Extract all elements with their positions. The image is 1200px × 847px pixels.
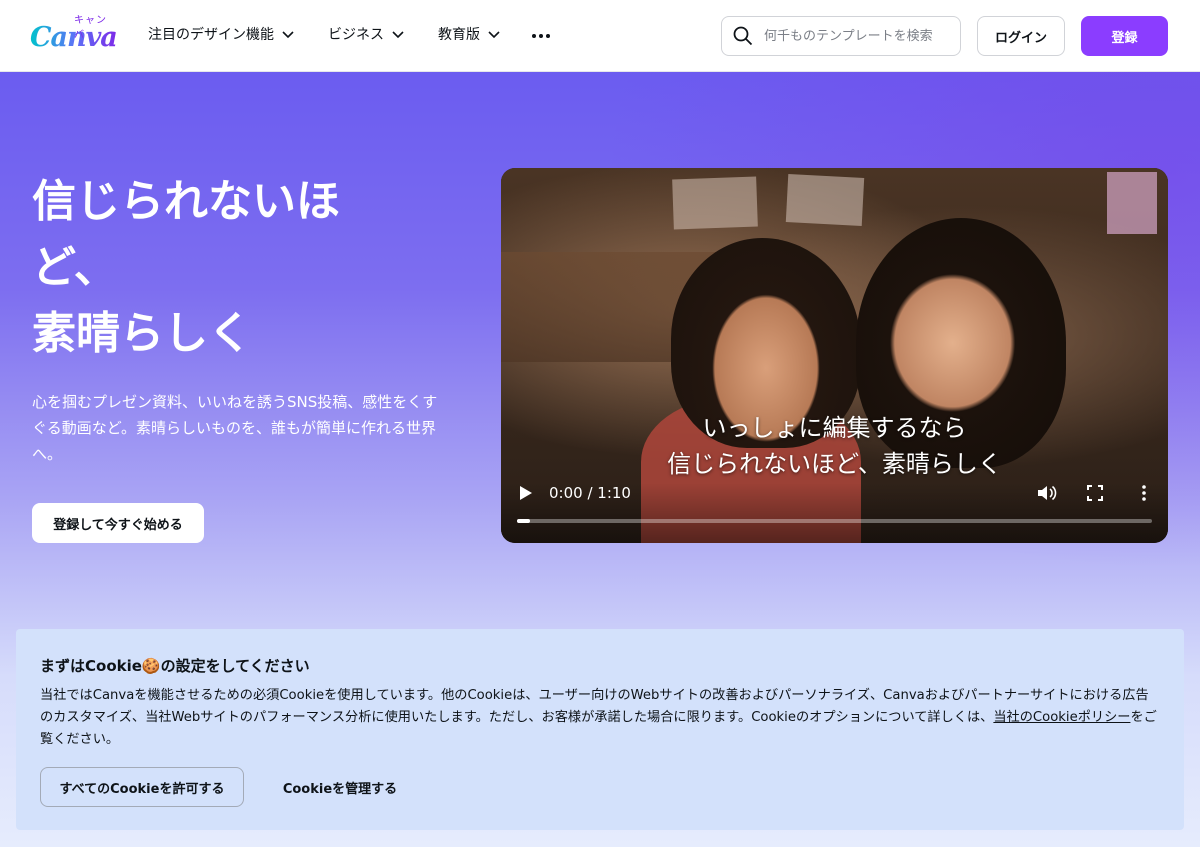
manage-cookies-button[interactable]: Cookieを管理する	[260, 767, 420, 807]
cookie-policy-link[interactable]: 当社のCookieポリシー	[993, 710, 1130, 725]
logo-kana: キャンバ	[74, 15, 107, 41]
video-caption-line: 信じられないほど、素晴らしく	[667, 450, 1002, 478]
login-button[interactable]: ログイン	[977, 16, 1065, 56]
play-icon[interactable]	[519, 485, 533, 501]
video-caption: いっしょに編集するなら 信じられないほど、素晴らしく	[501, 410, 1168, 482]
video-caption-line: いっしょに編集するなら	[702, 414, 967, 442]
nav-label: 注目のデザイン機能	[148, 27, 274, 43]
template-search[interactable]	[721, 16, 961, 56]
hero-headline: 信じられないほど、 素晴らしく	[32, 176, 340, 359]
kebab-menu-icon[interactable]	[1139, 484, 1149, 502]
video-progress-fill	[517, 519, 530, 523]
video-scene-photo	[785, 174, 865, 226]
nav-education[interactable]: 教育版	[438, 24, 502, 44]
nav-business[interactable]: ビジネス	[328, 24, 406, 44]
video-scene-photo	[672, 176, 758, 230]
canva-logo[interactable]: Canva キャンバ	[30, 12, 118, 53]
nav-featured-design[interactable]: 注目のデザイン機能	[148, 24, 296, 44]
chevron-down-icon	[488, 31, 500, 39]
search-input[interactable]	[762, 27, 946, 45]
video-progress-track[interactable]	[517, 519, 1152, 523]
more-icon[interactable]	[530, 26, 552, 46]
cookie-body: 当社ではCanvaを機能させるための必須Cookieを使用しています。他のCoo…	[40, 685, 1160, 751]
cookie-banner: まずはCookie🍪の設定をしてください 当社ではCanvaを機能させるための必…	[16, 629, 1184, 830]
cookie-body-text: 当社ではCanvaを機能させるための必須Cookieを使用しています。他のCoo…	[40, 688, 1149, 725]
top-navigation: Canva キャンバ 注目のデザイン機能 ビジネス 教育版 ログイン 登録	[0, 0, 1200, 72]
chevron-down-icon	[392, 31, 404, 39]
allow-all-cookies-button[interactable]: すべてのCookieを許可する	[40, 767, 244, 807]
search-icon	[733, 26, 753, 46]
video-time: 0:00 / 1:10	[549, 484, 631, 502]
chevron-down-icon	[282, 31, 294, 39]
signup-start-button[interactable]: 登録して今すぐ始める	[32, 503, 204, 543]
volume-icon[interactable]	[1037, 484, 1057, 502]
signup-button[interactable]: 登録	[1081, 16, 1168, 56]
hero-subtext: 心を掴むプレゼン資料、いいねを誘うSNS投稿、感性をくすぐる動画など。素晴らしい…	[32, 393, 438, 463]
video-scene-photo	[1107, 172, 1157, 234]
nav-label: ビジネス	[328, 27, 384, 43]
cookie-title: まずはCookie🍪の設定をしてください	[40, 657, 310, 675]
promo-video-player[interactable]: いっしょに編集するなら 信じられないほど、素晴らしく 0:00 / 1:10	[501, 168, 1168, 543]
nav-label: 教育版	[438, 27, 480, 43]
fullscreen-icon[interactable]	[1087, 485, 1103, 501]
